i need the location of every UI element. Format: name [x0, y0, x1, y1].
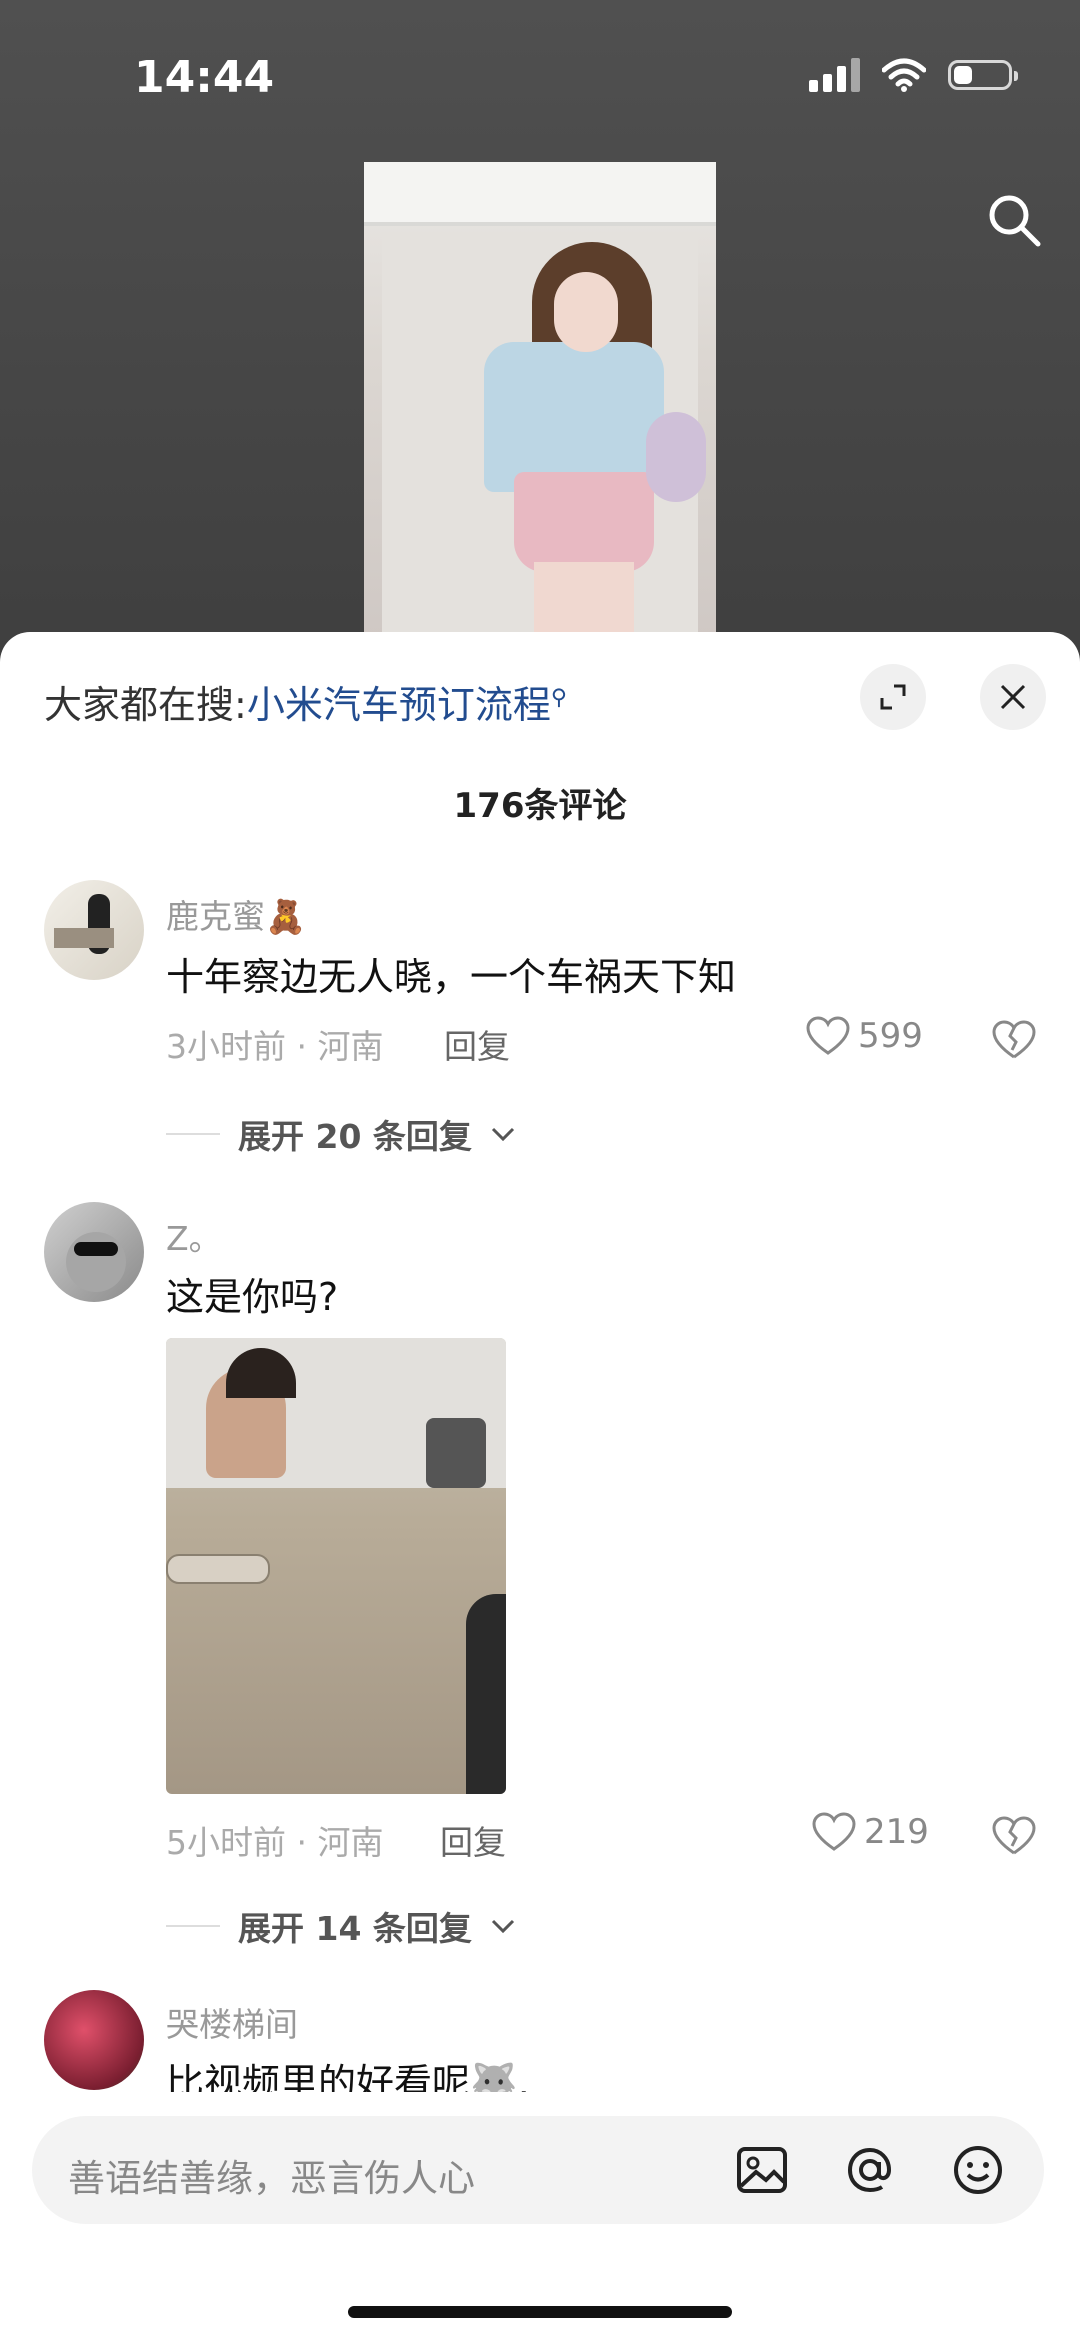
like-count: 599: [858, 1016, 923, 1056]
heart-icon: [812, 1812, 856, 1851]
comment-username[interactable]: Z。: [166, 1212, 222, 1260]
comment-image[interactable]: [166, 1338, 506, 1794]
wifi-icon: [882, 58, 926, 92]
close-icon: [1000, 684, 1026, 710]
avatar[interactable]: [44, 1202, 144, 1302]
comment-count: 176条评论: [453, 786, 627, 826]
expand-button[interactable]: [860, 664, 926, 730]
comment-input[interactable]: 善语结善缘，恶言伤人心: [68, 2148, 475, 2202]
chevron-down-icon: [491, 1127, 514, 1142]
expand-replies-button[interactable]: 展开 20 条回复: [166, 1110, 516, 1158]
comment-username[interactable]: 鹿克蜜🧸: [166, 890, 306, 938]
comment-input-bar[interactable]: 善语结善缘，恶言伤人心: [32, 2116, 1044, 2224]
comment-username[interactable]: 哭楼梯间: [166, 1998, 298, 2046]
video-thumbnail[interactable]: [364, 162, 716, 642]
hot-search-keyword[interactable]: 小米汽车预订流程: [247, 683, 551, 727]
avatar[interactable]: [44, 1990, 144, 2090]
reply-button[interactable]: 回复: [440, 1816, 506, 1864]
comment-meta: 3小时前 · 河南: [166, 1027, 384, 1066]
comment-text: 十年察边无人晓，一个车祸天下知: [166, 955, 737, 999]
small-search-icon: ⚲: [550, 685, 567, 711]
expand-icon: [880, 684, 906, 710]
expand-replies-button[interactable]: 展开 14 条回复: [166, 1902, 516, 1950]
like-count: 219: [864, 1812, 929, 1852]
reply-button[interactable]: 回复: [444, 1020, 510, 1068]
comment-text: 这是你吗?: [166, 1275, 339, 1319]
signal-icon: [809, 58, 860, 92]
hot-search[interactable]: 大家都在搜:小米汽车预订流程⚲: [44, 674, 567, 729]
emoji-icon[interactable]: [950, 2142, 1006, 2198]
search-icon[interactable]: [984, 190, 1044, 250]
heart-icon: [806, 1016, 850, 1055]
comments-sheet: 大家都在搜:小米汽车预订流程⚲ 176条评论 鹿克蜜🧸 十年察边无人晓，一个车祸…: [0, 632, 1080, 2342]
close-button[interactable]: [980, 664, 1046, 730]
broken-heart-icon[interactable]: [992, 1018, 1036, 1062]
battery-icon: [948, 60, 1018, 90]
video-backdrop: 14:44: [0, 0, 1080, 660]
like-button[interactable]: 599: [806, 1016, 923, 1056]
broken-heart-icon[interactable]: [992, 1814, 1036, 1858]
comment-meta: 5小时前 · 河南: [166, 1823, 384, 1862]
like-button[interactable]: 219: [812, 1812, 929, 1852]
at-icon[interactable]: [842, 2142, 898, 2198]
status-time: 14:44: [134, 52, 275, 103]
teddy-bear-emoji: 🧸: [265, 897, 307, 936]
home-indicator[interactable]: [348, 2306, 732, 2318]
status-icons: [809, 58, 1018, 92]
chevron-down-icon: [491, 1919, 514, 1934]
hot-search-label: 大家都在搜:: [44, 683, 247, 727]
avatar[interactable]: [44, 880, 144, 980]
image-icon[interactable]: [734, 2142, 790, 2198]
